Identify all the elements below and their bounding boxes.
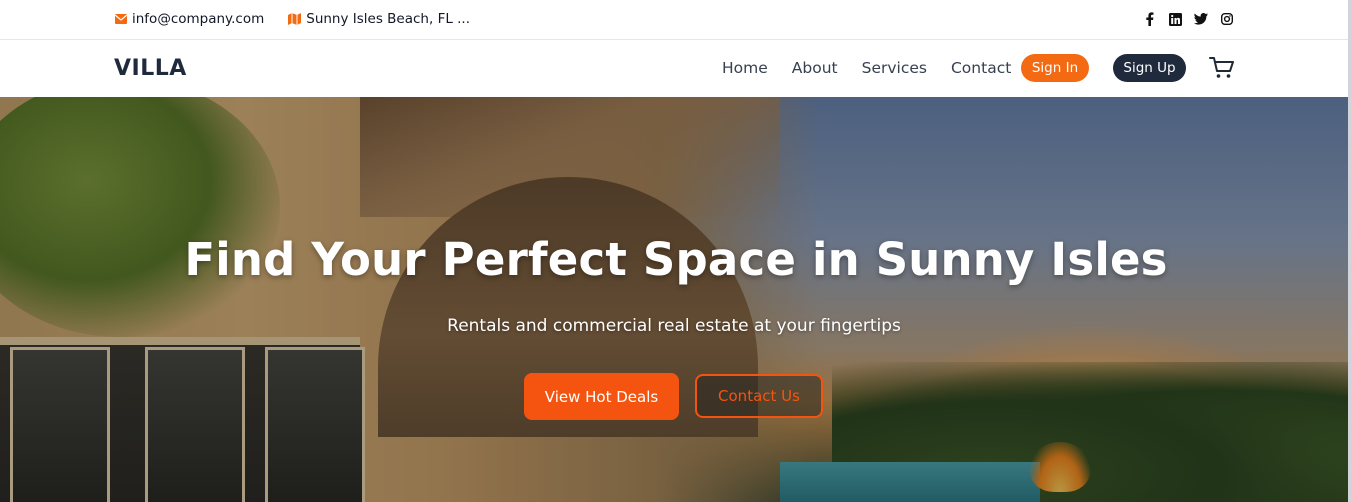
- location-text: Sunny Isles Beach, FL ...: [306, 11, 471, 27]
- location-item[interactable]: Sunny Isles Beach, FL ...: [288, 11, 470, 27]
- email-item[interactable]: info@company.com: [115, 11, 264, 27]
- email-text: info@company.com: [132, 11, 265, 27]
- nav-link-contact[interactable]: Contact: [951, 59, 1011, 77]
- cart-icon[interactable]: [1209, 56, 1235, 80]
- nav-links: Home About Services Contact: [722, 59, 1035, 77]
- instagram-icon[interactable]: [1220, 12, 1234, 26]
- map-icon: [288, 13, 302, 25]
- hero-section: Find Your Perfect Space in Sunny Isles R…: [0, 97, 1352, 502]
- nav-link-home[interactable]: Home: [722, 59, 768, 77]
- linkedin-icon[interactable]: [1168, 12, 1182, 26]
- view-hot-deals-button[interactable]: View Hot Deals: [524, 373, 679, 420]
- nav-link-services[interactable]: Services: [862, 59, 927, 77]
- brand-logo[interactable]: VILLA: [114, 56, 187, 81]
- hero-subtitle: Rentals and commercial real estate at yo…: [447, 316, 901, 336]
- main-navbar: VILLA Home About Services Contact Sign I…: [0, 40, 1352, 97]
- facebook-icon[interactable]: [1142, 12, 1156, 26]
- contact-us-button[interactable]: Contact Us: [695, 374, 823, 418]
- top-bar: info@company.com Sunny Isles Beach, FL .…: [0, 0, 1352, 40]
- envelope-icon: [115, 14, 127, 24]
- page-scrollbar[interactable]: [1348, 0, 1352, 502]
- contact-info: info@company.com Sunny Isles Beach, FL .…: [115, 11, 494, 27]
- sign-in-button[interactable]: Sign In: [1021, 54, 1089, 82]
- hero-title: Find Your Perfect Space in Sunny Isles: [184, 233, 1168, 286]
- twitter-icon[interactable]: [1194, 12, 1208, 26]
- sign-up-button[interactable]: Sign Up: [1113, 54, 1186, 82]
- nav-link-about[interactable]: About: [792, 59, 838, 77]
- social-links: [1130, 12, 1234, 26]
